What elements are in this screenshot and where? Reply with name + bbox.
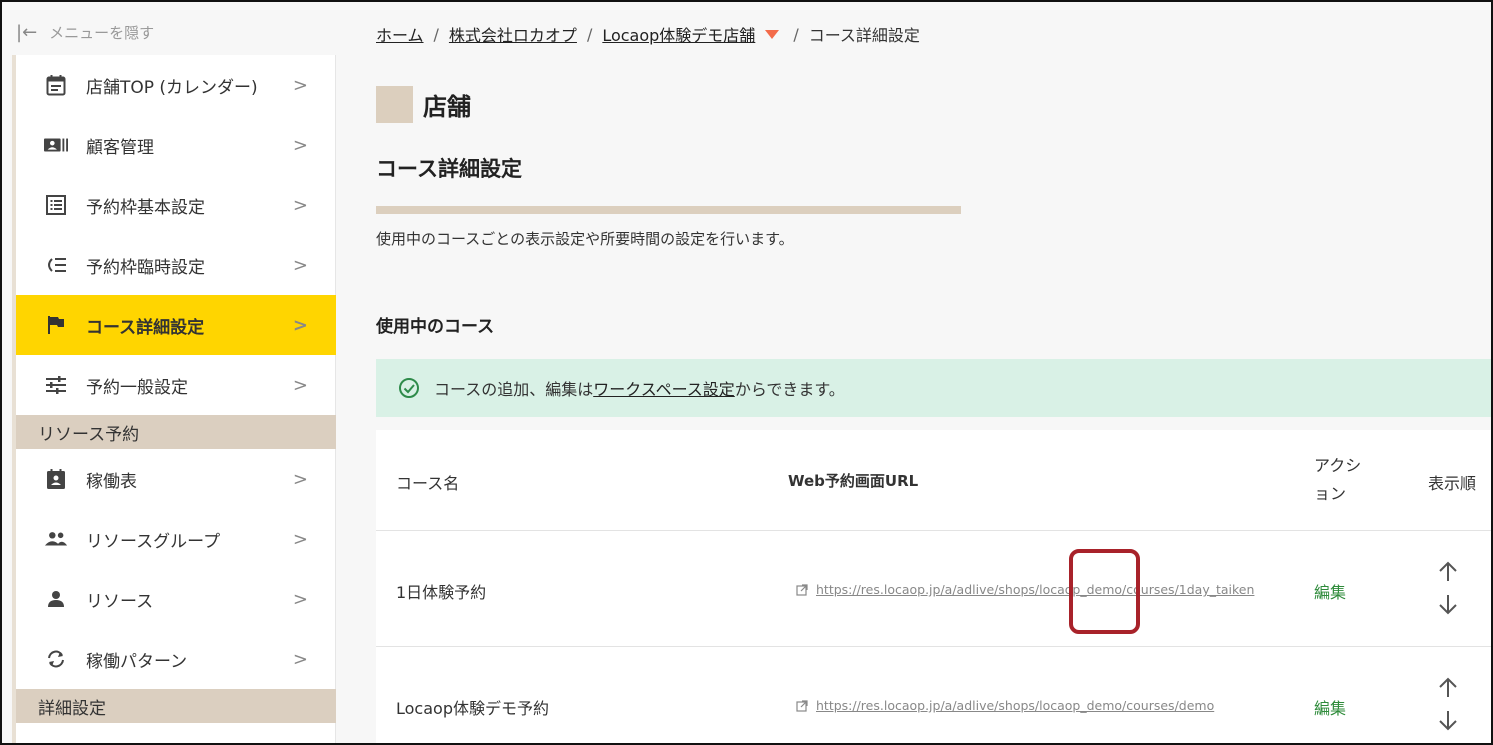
table-header-row: コース名 Web予約画面URL アクション 表示順 [376, 430, 1493, 531]
title-underline-bar [376, 206, 961, 214]
sidebar-item-label: 稼働パターン [86, 651, 188, 672]
sliders-icon [44, 375, 68, 395]
chevron-right-icon: > [292, 468, 308, 490]
chevron-right-icon: > [292, 254, 308, 276]
move-up-button[interactable] [1431, 670, 1465, 704]
sidebar-item-label: 予約枠臨時設定 [86, 257, 205, 278]
sidebar-item-shop-top[interactable]: 店舗TOP (カレンダー) > [16, 55, 336, 115]
sidebar-item-reservation-basic[interactable]: 予約枠基本設定 > [16, 175, 336, 235]
notice-suffix: からできます。 [734, 380, 845, 399]
course-name: 1日体験予約 [396, 583, 487, 602]
breadcrumb-current: コース詳細設定 [808, 26, 920, 45]
chevron-right-icon: > [292, 74, 308, 96]
customer-card-icon [44, 136, 68, 154]
chevron-right-icon: > [292, 528, 308, 550]
info-notice: コースの追加、編集は ワークスペース設定 からできます。 [376, 359, 1493, 417]
breadcrumb-company-link[interactable]: 株式会社ロカオプ [449, 22, 577, 46]
collapse-left-icon: |← [16, 21, 38, 43]
sidebar-item-label: 顧客管理 [86, 137, 154, 158]
table-row: 1日体験予約 https://res.locaop.jp/a/adlive/sh… [376, 531, 1493, 647]
sidebar-item-customers[interactable]: 顧客管理 > [16, 115, 336, 175]
table-row: Locaop体験デモ予約 https://res.locaop.jp/a/adl… [376, 647, 1493, 745]
temporary-list-icon [44, 256, 68, 274]
sync-icon [44, 649, 68, 669]
breadcrumb-separator: / [586, 24, 593, 44]
arrow-up-icon [1439, 561, 1457, 581]
workspace-settings-link[interactable]: ワークスペース設定 [593, 376, 735, 400]
breadcrumb-home-link[interactable]: ホーム [376, 22, 424, 46]
sidebar-item-reservation-temporary[interactable]: 予約枠臨時設定 > [16, 235, 336, 295]
sidebar-nav: 店舗TOP (カレンダー) > 顧客管理 > 予約枠基本設定 > 予約枠臨時設定… [12, 55, 336, 745]
sidebar-item-course-settings[interactable]: コース詳細設定 > [16, 295, 336, 355]
external-link-icon [796, 583, 808, 596]
column-header-action: アクション [1314, 456, 1362, 503]
list-icon [44, 195, 68, 215]
arrow-down-icon [1439, 711, 1457, 731]
chevron-right-icon: > [292, 314, 308, 336]
course-table: コース名 Web予約画面URL アクション 表示順 1日体験予約 https:/… [376, 430, 1493, 745]
shop-title-marker [376, 86, 413, 123]
sidebar-item-work-pattern[interactable]: 稼働パターン > [16, 629, 336, 689]
web-reservation-url-link[interactable]: https://res.locaop.jp/a/adlive/shops/loc… [816, 582, 1254, 597]
hide-menu-button[interactable]: |← メニューを隠す [16, 20, 154, 44]
edit-link[interactable]: 編集 [1314, 579, 1346, 603]
person-icon [44, 590, 68, 608]
notice-prefix: コースの追加、編集は [434, 380, 594, 399]
order-controls [1428, 670, 1468, 738]
calendar-icon [44, 74, 68, 96]
sidebar-item-label: 店舗TOP (カレンダー) [86, 77, 258, 98]
sidebar-item-resource[interactable]: リソース > [16, 569, 336, 629]
sidebar-item-label: 稼働表 [86, 471, 137, 492]
hide-menu-label: メニューを隠す [49, 23, 155, 42]
chevron-right-icon: > [292, 648, 308, 670]
column-header-order: 表示順 [1428, 474, 1477, 493]
move-up-button[interactable] [1431, 554, 1465, 588]
chevron-right-icon: > [292, 588, 308, 610]
chevron-right-icon: > [292, 134, 308, 156]
column-header-url: Web予約画面URL [788, 472, 919, 490]
url-cell: https://res.locaop.jp/a/adlive/shops/loc… [796, 582, 1254, 597]
schedule-icon [44, 468, 68, 490]
order-controls [1428, 554, 1468, 622]
shop-title: 店舗 [376, 86, 471, 123]
check-circle-icon [398, 377, 420, 399]
chevron-right-icon: > [292, 374, 308, 396]
course-name: Locaop体験デモ予約 [396, 699, 549, 718]
web-reservation-url-link[interactable]: https://res.locaop.jp/a/adlive/shops/loc… [816, 698, 1214, 713]
section-header-resource: リソース予約 [16, 415, 336, 449]
sidebar-item-label: 予約一般設定 [86, 377, 188, 398]
sidebar-item-label: リソースグループ [86, 531, 221, 552]
breadcrumb-shop-link[interactable]: Locaop体験デモ店舗 [602, 22, 755, 46]
breadcrumb-separator: / [793, 24, 799, 44]
arrow-up-icon [1439, 677, 1457, 697]
page-title: コース詳細設定 [376, 157, 522, 181]
edit-link[interactable]: 編集 [1314, 695, 1346, 719]
external-link-icon [796, 699, 808, 712]
main-content: ホーム / 株式会社ロカオプ / Locaop体験デモ店舗 / コース詳細設定 … [338, 0, 1493, 745]
breadcrumb: ホーム / 株式会社ロカオプ / Locaop体験デモ店舗 / コース詳細設定 [376, 22, 920, 46]
arrow-down-icon [1439, 595, 1457, 615]
sidebar: |← メニューを隠す 店舗TOP (カレンダー) > 顧客管理 > 予約枠基本設… [0, 0, 338, 745]
sidebar-item-schedule[interactable]: 稼働表 > [16, 449, 336, 509]
move-down-button[interactable] [1431, 704, 1465, 738]
sidebar-item-label: リソース [86, 591, 154, 612]
breadcrumb-separator: / [433, 24, 439, 44]
sidebar-item-label: コース詳細設定 [86, 317, 205, 338]
shop-title-text: 店舗 [423, 93, 471, 121]
sidebar-item-resource-group[interactable]: リソースグループ > [16, 509, 336, 569]
dropdown-triangle-icon[interactable] [765, 29, 780, 39]
sidebar-item-general-settings[interactable]: 予約一般設定 > [16, 355, 336, 415]
sidebar-item-label: 予約枠基本設定 [86, 197, 205, 218]
annotation-highlight-box [1069, 549, 1140, 634]
move-down-button[interactable] [1431, 588, 1465, 622]
section-header-detail: 詳細設定 [16, 689, 336, 723]
column-header-course: コース名 [396, 474, 460, 493]
page-description: 使用中のコースごとの表示設定や所要時間の設定を行います。 [376, 230, 794, 248]
group-icon [44, 531, 68, 547]
chevron-right-icon: > [292, 194, 308, 216]
flag-icon [44, 315, 68, 335]
section-title-courses: 使用中のコース [376, 317, 495, 337]
url-cell: https://res.locaop.jp/a/adlive/shops/loc… [796, 698, 1214, 713]
